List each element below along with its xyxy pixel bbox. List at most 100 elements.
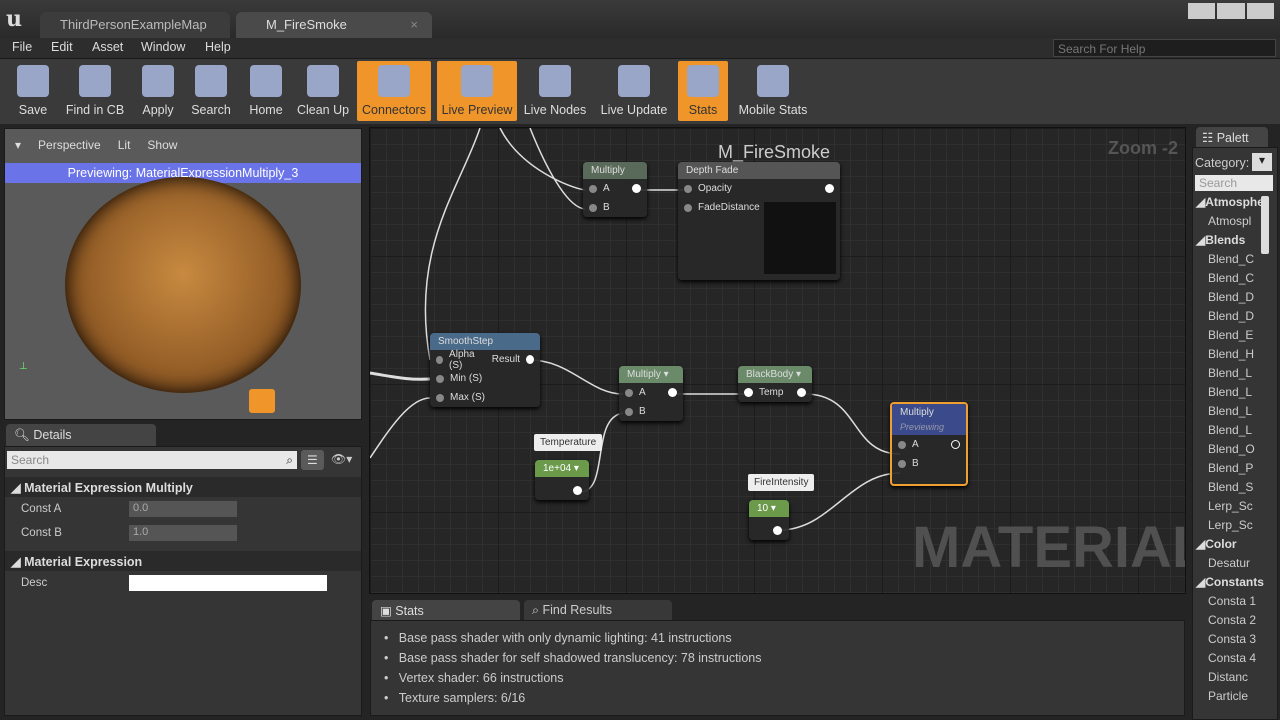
node-multiply-mid[interactable]: Multiply ▾ A B [619,366,683,421]
toolbar-apply-button[interactable]: Apply [134,61,182,121]
output-pin[interactable] [825,184,834,193]
mesh-icon[interactable] [333,389,359,413]
toolbar-stats-button[interactable]: Stats [678,61,728,121]
palette-item[interactable]: Blend_L [1208,404,1252,418]
toolbar-clean-up-button[interactable]: Clean Up [293,61,353,121]
toolbar-search-button[interactable]: Search [188,61,234,121]
close-button[interactable] [1246,3,1274,19]
palette-category[interactable]: ◢Color [1196,537,1237,551]
output-pin[interactable] [573,486,582,495]
output-pin[interactable] [797,388,806,397]
toolbar-live-nodes-button[interactable]: Live Nodes [520,61,590,121]
sphere-icon[interactable] [249,389,275,413]
window-controls[interactable] [1188,3,1274,19]
palette-item[interactable]: Blend_H [1208,347,1254,361]
node-smoothstep[interactable]: SmoothStep Alpha (S) Result Min (S) Max (… [430,333,540,407]
palette-item[interactable]: Blend_S [1208,480,1253,494]
perspective-button[interactable]: Perspective [32,135,107,155]
minimize-button[interactable] [1188,3,1216,19]
output-pin[interactable] [773,526,782,535]
palette-item[interactable]: Atmospl [1208,214,1251,228]
cube-icon[interactable] [305,389,331,413]
view-options-button[interactable]: ☰ [301,450,324,470]
comment-temperature[interactable]: Temperature [534,434,603,451]
pin-temp[interactable] [744,388,753,397]
palette-category[interactable]: ◢Atmosphe [1196,195,1264,209]
details-search-input[interactable]: Search ⌕ [7,451,297,469]
plane-icon[interactable] [277,389,303,413]
palette-category[interactable]: ◢Constants [1196,575,1264,589]
output-pin[interactable] [668,388,677,397]
palette-item[interactable]: Particle [1208,689,1248,703]
menu-window[interactable]: Window [141,40,185,54]
palette-item[interactable]: Consta 2 [1208,613,1256,627]
category-dropdown[interactable]: ▾ [1252,153,1272,171]
pin-fade-distance[interactable] [684,203,692,212]
node-blackbody[interactable]: BlackBody ▾ Temp [738,366,812,402]
lit-button[interactable]: Lit [111,135,137,155]
eye-icon[interactable]: 👁︎▾ [331,452,352,466]
tab-stats[interactable]: ▣ Stats [372,600,520,620]
section-material-expression-multiply[interactable]: ◢ Material Expression Multiply [5,477,361,497]
pin-alpha[interactable] [436,355,444,364]
palette-item[interactable]: Blend_E [1208,328,1253,342]
node-multiply-selected[interactable]: Multiply Previewing A B [890,402,968,486]
tab-material[interactable]: M_FireSmoke × [236,12,432,38]
show-button[interactable]: Show [141,135,184,155]
palette-item[interactable]: Blend_C [1208,271,1254,285]
palette-item[interactable]: Consta 3 [1208,632,1256,646]
palette-item[interactable]: Lerp_Sc [1208,499,1253,513]
close-icon[interactable]: × [410,17,418,32]
pin-b[interactable] [589,203,597,212]
pin-min[interactable] [436,374,444,383]
output-pin[interactable] [632,184,641,193]
palette-item[interactable]: Lerp_Sc [1208,518,1253,532]
tab-find-results[interactable]: ⌕ Find Results [524,600,672,620]
const-a-field[interactable]: 0.0 [129,501,237,517]
palette-item[interactable]: Desatur [1208,556,1250,570]
toolbar-mobile-stats-button[interactable]: Mobile Stats [733,61,813,121]
section-material-expression[interactable]: ◢ Material Expression [5,551,361,571]
desc-field[interactable] [129,575,327,591]
pin-b[interactable] [898,459,906,468]
pin-a[interactable] [625,388,633,397]
menu-edit[interactable]: Edit [51,40,73,54]
menu-asset[interactable]: Asset [92,40,123,54]
help-search-input[interactable]: Search For Help [1053,39,1276,57]
toolbar-live-preview-button[interactable]: Live Preview [437,61,517,121]
toolbar-find-in-cb-button[interactable]: Find in CB [60,61,130,121]
preview-shape-buttons[interactable] [221,389,359,413]
palette-item[interactable]: Blend_P [1208,461,1253,475]
pin-max[interactable] [436,393,444,402]
viewport-menu-button[interactable]: ▾ [9,135,28,155]
toolbar-connectors-button[interactable]: Connectors [357,61,431,121]
palette-item[interactable]: Blend_D [1208,309,1254,323]
toolbar-save-button[interactable]: Save [8,61,58,121]
palette-item[interactable]: Distanc [1208,670,1248,684]
node-temperature-constant[interactable]: 1e+04 ▾ [535,460,589,500]
palette-scrollbar[interactable] [1261,196,1269,254]
unreal-logo[interactable]: u [6,6,22,32]
palette-item[interactable]: Blend_O [1208,442,1255,456]
pin-a[interactable] [898,440,906,449]
tab-map[interactable]: ThirdPersonExampleMap [40,12,230,38]
toolbar-home-button[interactable]: Home [244,61,288,121]
details-tab[interactable]: 🔍︎ Details [6,424,156,446]
palette-item[interactable]: Consta 4 [1208,651,1256,665]
cylinder-icon[interactable] [221,389,247,413]
palette-item[interactable]: Blend_D [1208,290,1254,304]
menu-help[interactable]: Help [205,40,231,54]
const-b-field[interactable]: 1.0 [129,525,237,541]
palette-item[interactable]: Blend_L [1208,366,1252,380]
maximize-button[interactable] [1217,3,1245,19]
tab-palette[interactable]: ☷ Palett [1196,127,1268,147]
output-pin[interactable] [951,440,960,449]
menu-file[interactable]: File [12,40,32,54]
palette-item[interactable]: Blend_L [1208,385,1252,399]
node-depth-fade[interactable]: Depth Fade Opacity FadeDistance [678,162,840,280]
palette-category[interactable]: ◢Blends [1196,233,1245,247]
preview-viewport[interactable]: ▾ Perspective Lit Show Previewing: Mater… [4,128,362,420]
palette-search-input[interactable]: Search [1195,175,1273,191]
material-graph[interactable]: M_FireSmoke Zoom -2 MATERIAL Multiply A … [369,127,1186,594]
pin-b[interactable] [625,407,633,416]
